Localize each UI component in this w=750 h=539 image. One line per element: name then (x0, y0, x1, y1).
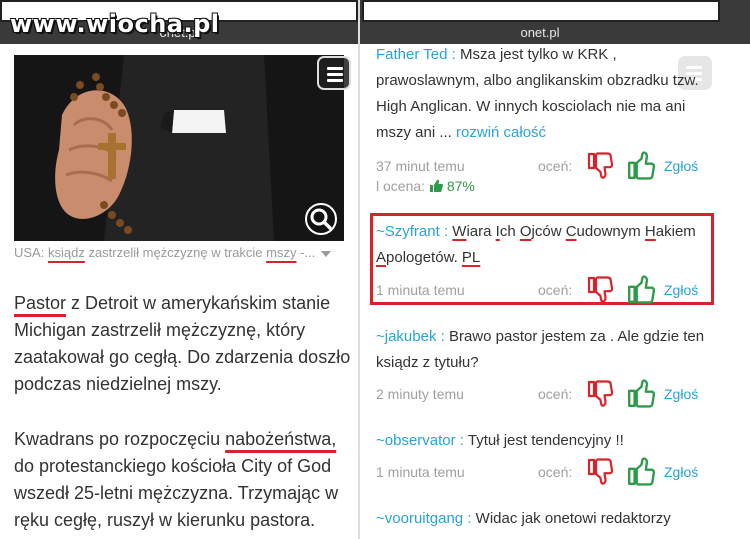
comment-author[interactable]: ~observator : (376, 432, 464, 449)
comment-text: Widac jak onetowi redaktorzy (471, 510, 671, 527)
thumbs-up-icon[interactable] (626, 150, 656, 183)
thumbs-up-icon[interactable] (626, 456, 656, 489)
thumbs-up-icon[interactable] (626, 274, 656, 307)
score-value: 87% (446, 178, 475, 194)
caption-prefix: USA: (14, 245, 48, 260)
para2-intro: Kwadrans po rozpoczęciu (14, 429, 226, 449)
article-paragraph-1: Pastor z Detroit w amerykańskim stanie M… (14, 290, 354, 398)
right-panel: onet.pl Father Ted : Msza jest tylko w K… (358, 0, 750, 539)
comment-author[interactable]: ~Szyfrant : (376, 223, 448, 240)
initial-letter: H (644, 223, 656, 240)
article-photo[interactable] (14, 55, 344, 241)
comment-szyfrant: ~Szyfrant : Wiara Ich Ojców Cudownym Hak… (376, 219, 706, 271)
text-part: akiem (655, 223, 696, 240)
thumbs-down-icon[interactable] (586, 458, 614, 489)
initial-letter: W (452, 223, 467, 240)
report-link[interactable]: Zgłoś (664, 464, 698, 480)
comment-author[interactable]: ~vooruitgang : (376, 510, 472, 527)
address-field[interactable] (362, 0, 720, 22)
small-thumbs-up-icon (429, 178, 447, 194)
comment-meta: 1 minuta temu oceń: Zgłoś (376, 456, 706, 489)
caption-suffix: -... (296, 245, 316, 260)
text-part: iara (466, 223, 496, 240)
initial-letter: A (376, 249, 387, 266)
caption-middle: zastrzelił mężczyznę w trakcie (84, 245, 267, 260)
word-nabozenstwa: nabożeństwa, (225, 429, 337, 449)
comment-score: l ocena: 87% (376, 178, 475, 194)
rate-label: oceń: (538, 158, 573, 174)
url-label: onet.pl (520, 25, 560, 40)
caption-word-mszy: mszy (266, 245, 297, 260)
zoom-icon[interactable] (305, 203, 337, 235)
comment-jakubek: ~jakubek : Brawo pastor jestem za . Ale … (376, 324, 706, 376)
thumbs-down-icon[interactable] (586, 152, 614, 183)
comment-time: 1 minuta temu (376, 464, 465, 480)
comment-father-ted: Father Ted : Msza jest tylko w KRK , pra… (376, 42, 706, 146)
comment-time: 1 minuta temu (376, 282, 465, 298)
comment-vooruitgang: ~vooruitgang : Widac jak onetowi redakto… (376, 506, 706, 532)
text-part: ch (499, 223, 520, 240)
expand-link[interactable]: rozwiń całość (456, 124, 546, 141)
comment-meta: 1 minuta temu oceń: Zgłoś (376, 274, 706, 307)
report-link[interactable]: Zgłoś (664, 386, 698, 402)
comment-meta: 2 minuty temu oceń: Zgłoś (376, 378, 706, 411)
initial-letter: PL (461, 249, 481, 266)
initial-letter: O (519, 223, 532, 240)
score-label: l ocena: (376, 178, 426, 194)
rate-label: oceń: (538, 282, 573, 298)
left-panel: onet.pl www.wiocha.pl USA: ksiądz zastrz… (0, 0, 358, 539)
photo-caption: USA: ksiądz zastrzelił mężczyznę w trakc… (14, 245, 349, 260)
rate-label: oceń: (538, 386, 573, 402)
watermark-logo: www.wiocha.pl (10, 10, 220, 38)
word-pastor: Pastor (14, 293, 67, 313)
comment-time: 37 minut temu (376, 158, 465, 174)
para2-text: do protestanckiego kościoła City of God … (14, 456, 339, 530)
priest-photo (14, 55, 344, 241)
comment-author[interactable]: Father Ted : (376, 46, 456, 63)
comment-time: 2 minuty temu (376, 386, 464, 402)
initial-letter: C (565, 223, 577, 240)
comment-text: Tytuł jest tendencyjny !! (463, 432, 624, 449)
rate-label: oceń: (538, 464, 573, 480)
caption-expand-icon[interactable] (321, 250, 332, 257)
comment-observator: ~observator : Tytuł jest tendencyjny !! (376, 428, 706, 454)
comment-author[interactable]: ~jakubek : (376, 328, 445, 345)
article-paragraph-2: Kwadrans po rozpoczęciu nabożeństwa, do … (14, 426, 354, 534)
thumbs-down-icon[interactable] (586, 276, 614, 307)
text-part: jców (531, 223, 566, 240)
report-link[interactable]: Zgłoś (664, 282, 698, 298)
text-part: udownym (576, 223, 645, 240)
menu-icon[interactable] (317, 56, 351, 90)
thumbs-up-icon[interactable] (626, 378, 656, 411)
report-link[interactable]: Zgłoś (664, 158, 698, 174)
thumbs-down-icon[interactable] (586, 380, 614, 411)
text-part: pologetów. (386, 249, 462, 266)
caption-word-ksiadz: ksiądz (47, 245, 85, 260)
